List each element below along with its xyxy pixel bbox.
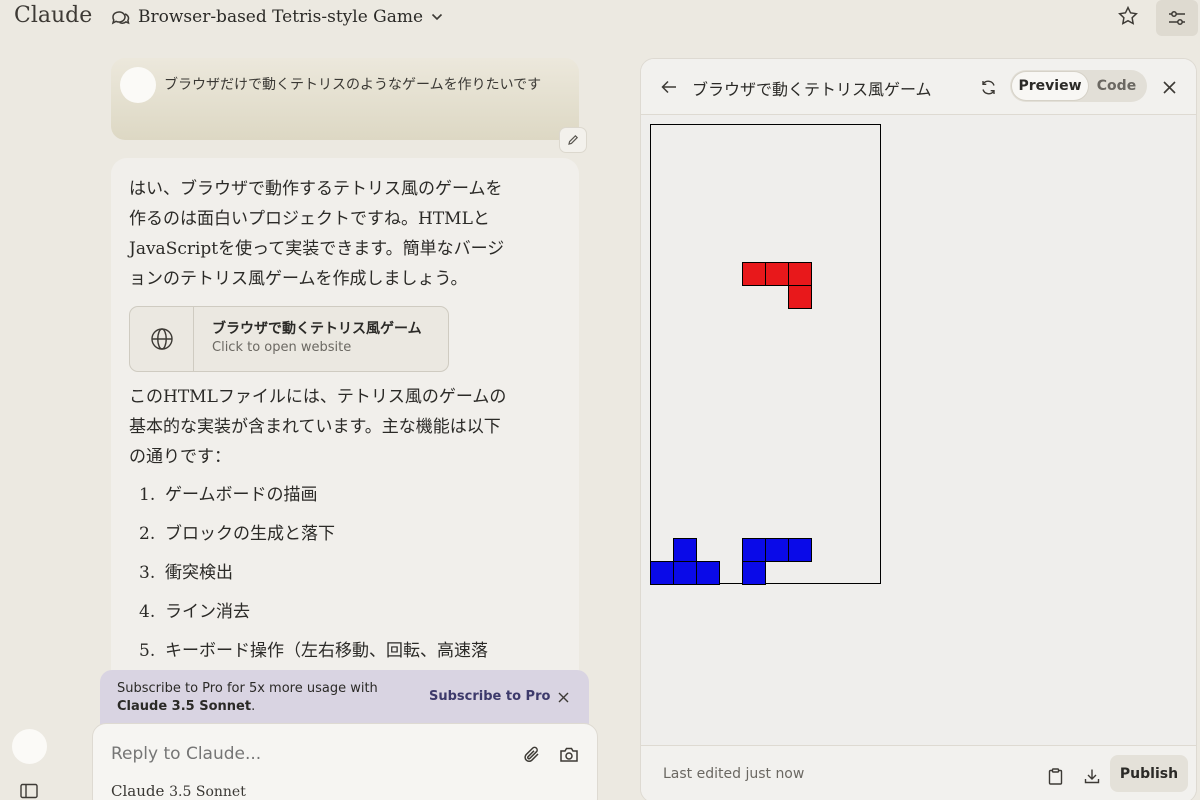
banner-text: Subscribe to Pro for 5x more usage with <box>117 681 378 696</box>
assistant-intro: はい、ブラウザで動作するテトリス風のゲームを作るのは面白いプロジェクトですね。H… <box>129 179 505 289</box>
tab-code[interactable]: Code <box>1088 72 1145 100</box>
avatar[interactable] <box>12 729 47 764</box>
refresh-button[interactable] <box>978 77 998 97</box>
list-item: 1. ゲームボードの描画 <box>139 485 318 505</box>
refresh-icon <box>981 80 995 94</box>
list-item: 2. ブロックの生成と落下 <box>139 524 335 544</box>
artifact-card-title: ブラウザで動くテトリス風ゲーム <box>212 321 422 337</box>
artifact-card-subtitle: Click to open website <box>212 340 352 355</box>
conversation-title-menu[interactable]: Browser-based Tetris-style Game <box>110 6 443 28</box>
landed-block <box>673 538 697 562</box>
edit-message-button[interactable] <box>559 127 587 153</box>
subscribe-pro-link[interactable]: Subscribe to Pro <box>429 689 550 704</box>
globe-icon <box>150 328 173 350</box>
landed-block <box>673 561 697 585</box>
landed-block <box>765 538 789 562</box>
camera-icon <box>560 747 578 762</box>
landed-block <box>650 561 674 585</box>
artifact-card[interactable]: ブラウザで動くテトリス風ゲーム Click to open website <box>129 306 449 372</box>
falling-block <box>742 262 766 286</box>
arrow-left-icon <box>661 80 676 94</box>
reply-input[interactable] <box>111 744 491 764</box>
last-edited-status: Last edited just now <box>663 766 805 782</box>
view-toggle: Preview Code <box>1010 70 1147 102</box>
close-icon <box>558 692 568 702</box>
clipboard-icon <box>1048 767 1062 785</box>
chat-bubbles-icon <box>110 8 130 26</box>
conversation-title: Browser-based Tetris-style Game <box>138 7 424 27</box>
model-selector[interactable]: Claude 3.5 Sonnet <box>111 782 246 800</box>
screenshot-button[interactable] <box>558 744 580 766</box>
list-item: 3. 衝突検出 <box>139 563 233 583</box>
attach-button[interactable] <box>521 744 543 766</box>
paperclip-icon <box>524 746 539 762</box>
panel-header: ブラウザで動くテトリス風ゲーム Preview Code <box>641 59 1196 115</box>
sidebar-icon <box>20 783 38 799</box>
publish-button[interactable]: Publish <box>1110 755 1188 792</box>
assistant-summary: このHTMLファイルには、テトリス風のゲームの基本的な実装が含まれています。主な… <box>129 387 507 467</box>
app-logo[interactable]: Claude <box>14 3 92 28</box>
panel-title: ブラウザで動くテトリス風ゲーム <box>692 80 932 99</box>
game-board[interactable] <box>650 124 881 585</box>
copy-button[interactable] <box>1045 766 1065 786</box>
panel-footer: Last edited just now Publish <box>641 745 1196 800</box>
landed-block <box>788 538 812 562</box>
chevron-down-icon <box>431 13 443 21</box>
pencil-icon <box>568 134 579 145</box>
landed-block <box>742 561 766 585</box>
close-banner-button[interactable] <box>555 689 571 705</box>
list-item: 5. キーボード操作（左右移動、回転、高速落 <box>139 641 488 661</box>
back-button[interactable] <box>659 77 679 97</box>
download-icon <box>1084 769 1100 784</box>
falling-block <box>788 285 812 309</box>
falling-block <box>788 262 812 286</box>
assistant-message: はい、ブラウザで動作するテトリス風のゲームを作るのは面白いプロジェクトですね。H… <box>111 158 579 718</box>
landed-block <box>696 561 720 585</box>
feature-list: 1. ゲームボードの描画 2. ブロックの生成と落下 3. 衝突検出 4. ライン消去 … <box>129 476 569 671</box>
close-panel-button[interactable] <box>1159 77 1179 97</box>
sliders-icon <box>1169 11 1185 25</box>
star-button[interactable] <box>1112 2 1144 30</box>
chat-settings-button[interactable] <box>1156 0 1198 36</box>
landed-block <box>742 538 766 562</box>
star-icon <box>1118 5 1138 25</box>
composer: Claude 3.5 Sonnet <box>92 723 598 800</box>
download-button[interactable] <box>1082 766 1102 786</box>
falling-block <box>765 262 789 286</box>
close-icon <box>1162 80 1176 94</box>
subscribe-banner: Subscribe to Pro for 5x more usage with … <box>100 670 589 726</box>
avatar <box>120 67 156 103</box>
banner-model: Claude 3.5 Sonnet <box>117 699 252 714</box>
tab-preview[interactable]: Preview <box>1012 72 1088 100</box>
list-item: 4. ライン消去 <box>139 602 250 622</box>
sidebar-toggle-button[interactable] <box>20 783 38 799</box>
user-message: ブラウザだけで動くテトリスのようなゲームを作りたいです <box>111 58 579 140</box>
artifact-panel: ブラウザで動くテトリス風ゲーム Preview Code Last edited… <box>640 58 1197 800</box>
user-message-text: ブラウザだけで動くテトリスのようなゲームを作りたいです <box>164 77 542 93</box>
